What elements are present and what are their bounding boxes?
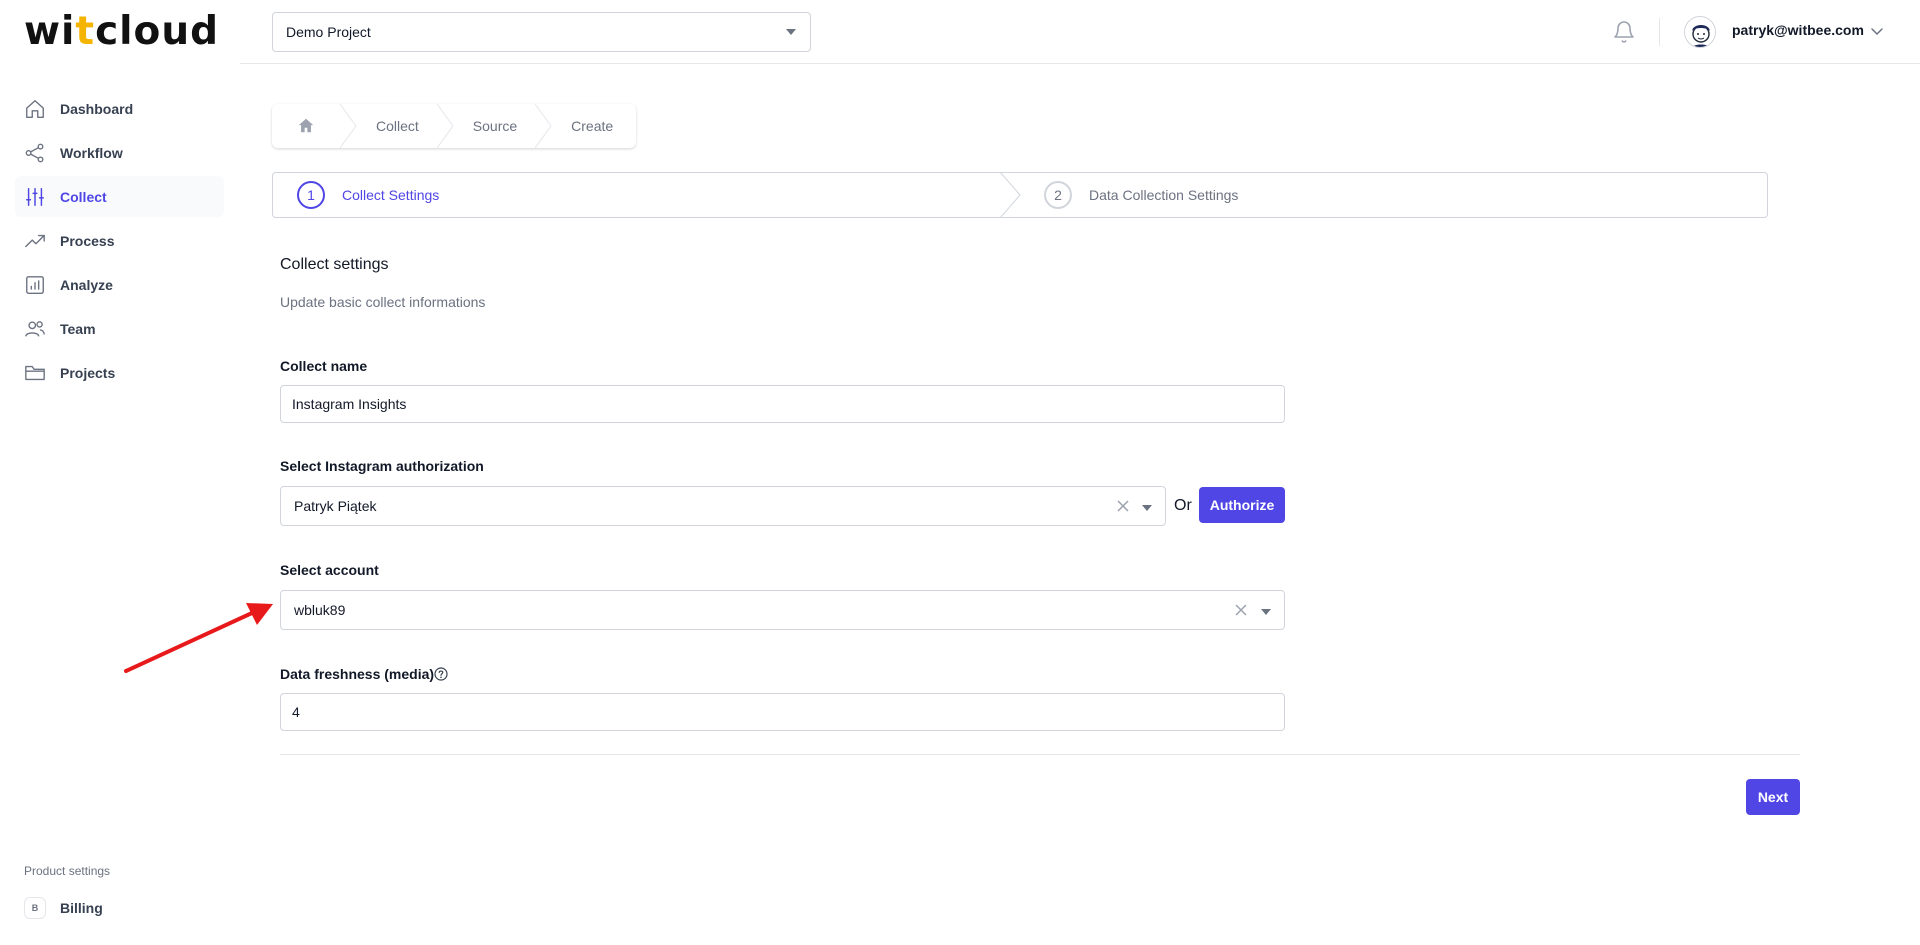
collect-name-label: Collect name xyxy=(280,358,368,374)
section-subtitle: Update basic collect informations xyxy=(280,294,486,310)
logo-text-prefix: wi xyxy=(24,9,76,54)
section-title: Collect settings xyxy=(280,256,389,273)
collect-name-input[interactable] xyxy=(280,385,1285,423)
step-data-collection-settings[interactable]: 2 Data Collection Settings xyxy=(1044,173,1238,217)
breadcrumb-separator xyxy=(436,104,454,148)
sidebar-item-process[interactable]: Process xyxy=(15,220,224,261)
breadcrumb-home[interactable] xyxy=(272,104,340,148)
breadcrumb-item-source[interactable]: Source xyxy=(455,118,535,134)
breadcrumb-separator xyxy=(340,104,357,148)
app-root: witcloud Demo Project patryk@witbee.com … xyxy=(0,0,1920,945)
sidebar-item-billing[interactable]: B Billing xyxy=(24,897,103,919)
form-divider xyxy=(280,754,1800,755)
sidebar-item-label: Team xyxy=(60,320,96,337)
help-circle-icon[interactable] xyxy=(434,667,448,681)
user-email[interactable]: patryk@witbee.com xyxy=(1732,22,1864,38)
billing-badge: B xyxy=(24,897,46,919)
caret-down-icon xyxy=(786,29,796,35)
step-label: Data Collection Settings xyxy=(1089,187,1239,203)
witcloud-logo[interactable]: witcloud xyxy=(24,8,219,56)
account-select[interactable]: wbluk89 xyxy=(280,590,1285,630)
users-icon xyxy=(24,318,46,340)
header-divider xyxy=(1659,18,1660,46)
step-label: Collect Settings xyxy=(342,187,440,203)
step-divider-arrow xyxy=(1000,172,1021,218)
project-select-value: Demo Project xyxy=(286,24,371,40)
sidebar-item-label: Dashboard xyxy=(60,100,134,117)
authorization-select[interactable]: Patryk Piątek xyxy=(280,486,1166,526)
authorization-label: Select Instagram authorization xyxy=(280,458,484,474)
breadcrumb: Collect Source Create xyxy=(272,104,636,148)
sidebar-item-workflow[interactable]: Workflow xyxy=(15,132,224,173)
logo-text-accent: t xyxy=(75,9,96,54)
sliders-icon xyxy=(24,186,46,208)
sidebar-item-label: Analyze xyxy=(60,276,113,293)
caret-down-icon[interactable] xyxy=(1261,609,1271,615)
breadcrumb-item-create[interactable]: Create xyxy=(553,118,631,134)
share-icon xyxy=(24,142,46,164)
step-collect-settings[interactable]: 1 Collect Settings xyxy=(297,173,439,217)
sidebar-item-analyze[interactable]: Analyze xyxy=(15,264,224,305)
sidebar-item-collect[interactable]: Collect xyxy=(15,176,224,217)
bell-icon[interactable] xyxy=(1612,20,1636,44)
chevron-down-icon[interactable] xyxy=(1870,24,1884,38)
next-button[interactable]: Next xyxy=(1746,779,1800,815)
home-icon xyxy=(298,118,314,133)
sidebar-item-dashboard[interactable]: Dashboard xyxy=(15,88,224,129)
sidebar-item-label: Projects xyxy=(60,364,116,381)
data-freshness-input[interactable] xyxy=(280,693,1285,731)
sidebar-item-label: Billing xyxy=(60,900,103,916)
authorize-button[interactable]: Authorize xyxy=(1199,487,1285,523)
steps-progress: 1 Collect Settings 2 Data Collection Set… xyxy=(272,172,1768,218)
account-label: Select account xyxy=(280,562,379,578)
project-select[interactable]: Demo Project xyxy=(272,12,811,52)
annotation-arrow-icon xyxy=(124,603,273,673)
account-select-value: wbluk89 xyxy=(294,602,346,618)
sidebar-item-label: Workflow xyxy=(60,144,123,161)
step-number: 2 xyxy=(1044,181,1072,209)
caret-down-icon[interactable] xyxy=(1142,505,1152,511)
trending-up-icon xyxy=(24,230,46,252)
product-settings-label: Product settings xyxy=(24,864,111,878)
folder-icon xyxy=(24,362,46,384)
clear-icon[interactable] xyxy=(1117,500,1129,512)
data-freshness-label: Data freshness (media) xyxy=(280,666,435,682)
sidebar-item-label: Collect xyxy=(60,188,107,205)
step-number: 1 xyxy=(297,181,325,209)
sidebar-item-team[interactable]: Team xyxy=(15,308,224,349)
or-text: Or xyxy=(1174,497,1192,514)
sidebar-item-projects[interactable]: Projects xyxy=(15,352,224,393)
logo-text-suffix: cloud xyxy=(95,9,220,54)
authorization-select-value: Patryk Piątek xyxy=(294,498,377,514)
bar-chart-icon xyxy=(24,274,46,296)
breadcrumb-item-collect[interactable]: Collect xyxy=(358,118,437,134)
breadcrumb-separator xyxy=(535,104,552,148)
avatar[interactable] xyxy=(1684,16,1716,48)
sidebar-item-label: Process xyxy=(60,232,115,249)
home-icon xyxy=(24,98,46,120)
clear-icon[interactable] xyxy=(1235,604,1247,616)
